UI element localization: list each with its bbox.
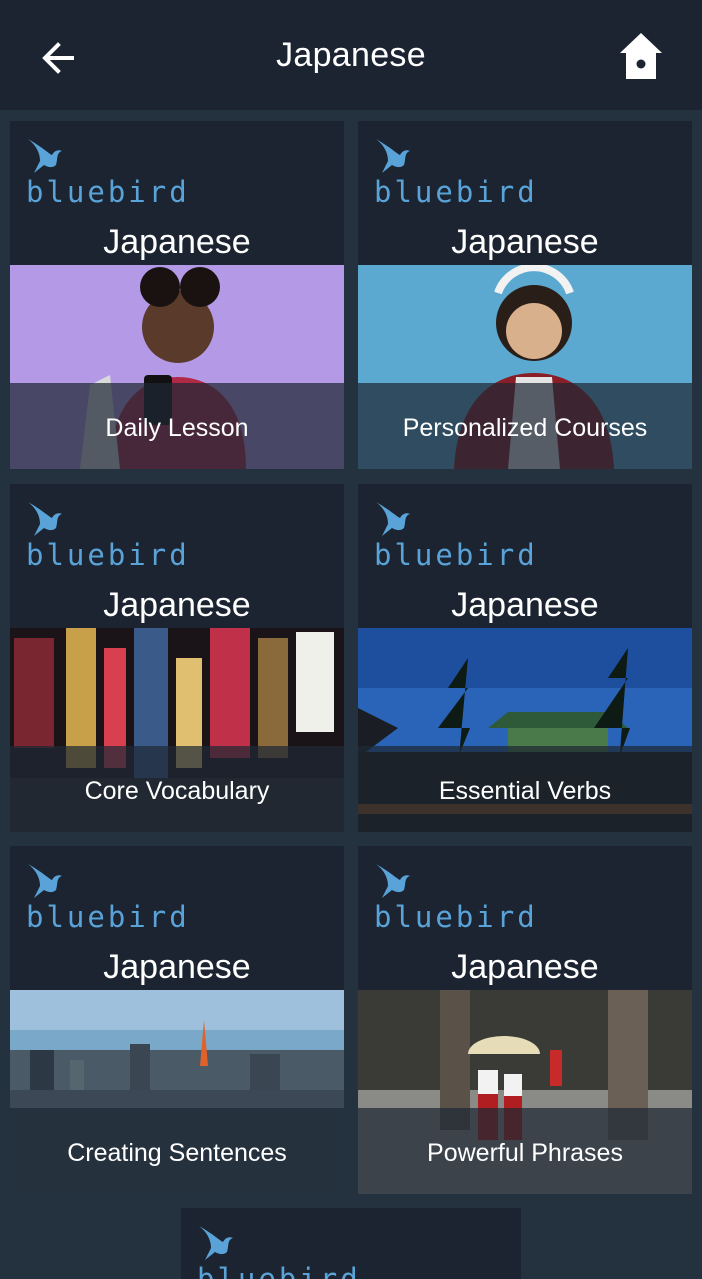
bluebird-bird-icon <box>28 502 62 536</box>
bluebird-logo: bluebird <box>26 498 187 578</box>
card-caption: Daily Lesson <box>105 414 249 442</box>
card-caption: Essential Verbs <box>438 777 612 805</box>
brand-name: bluebird <box>26 900 190 934</box>
bluebird-logo: bluebird <box>26 860 187 940</box>
brand-name: bluebird <box>197 1262 361 1279</box>
bluebird-logo: bluebird <box>374 135 535 215</box>
bluebird-bird-icon <box>28 139 62 173</box>
card-language: Japanese <box>451 948 599 986</box>
course-card-core-vocabulary[interactable]: bluebird Japanese Core Vocabulary <box>10 484 344 832</box>
card-caption: Powerful Phrases <box>427 1139 623 1167</box>
card-language: Japanese <box>103 223 251 261</box>
card-language: Japanese <box>451 586 599 624</box>
course-card-partial[interactable]: bluebird <box>181 1208 521 1279</box>
brand-name: bluebird <box>374 900 538 934</box>
card-caption: Creating Sentences <box>67 1139 287 1167</box>
card-photo: Core Vocabulary <box>10 628 344 832</box>
course-card-personalized-courses[interactable]: bluebird Japanese Personalized Courses <box>358 121 692 469</box>
card-photo: Personalized Courses <box>358 265 692 469</box>
bluebird-logo: bluebird <box>26 135 187 215</box>
course-card-powerful-phrases[interactable]: bluebird Japanese Powerful Phrases <box>358 846 692 1194</box>
brand-name: bluebird <box>374 175 538 209</box>
bluebird-bird-icon <box>199 1226 233 1260</box>
brand-name: bluebird <box>26 175 190 209</box>
bluebird-bird-icon <box>376 139 410 173</box>
bluebird-bird-icon <box>28 864 62 898</box>
bluebird-logo: bluebird <box>374 860 535 940</box>
card-caption: Core Vocabulary <box>84 777 270 805</box>
course-card-essential-verbs[interactable]: bluebird Japanese Essential Verbs <box>358 484 692 832</box>
card-language: Japanese <box>451 223 599 261</box>
brand-name: bluebird <box>26 538 190 572</box>
bluebird-bird-icon <box>376 864 410 898</box>
bluebird-logo: bluebird <box>374 498 535 578</box>
card-language: Japanese <box>103 586 251 624</box>
bluebird-bird-icon <box>376 502 410 536</box>
page-title: Japanese <box>276 36 426 74</box>
bluebird-logo: bluebird <box>197 1222 358 1279</box>
brand-name: bluebird <box>374 538 538 572</box>
home-icon <box>620 33 662 79</box>
top-app-bar: Japanese <box>0 0 702 110</box>
card-photo: Essential Verbs <box>358 628 692 832</box>
course-card-daily-lesson[interactable]: bluebird Japanese Daily Lesson <box>10 121 344 469</box>
card-photo: Creating Sentences <box>10 990 344 1194</box>
card-language: Japanese <box>103 948 251 986</box>
card-photo: Daily Lesson <box>10 265 344 469</box>
card-caption: Personalized Courses <box>402 414 648 442</box>
card-photo: Powerful Phrases <box>358 990 692 1194</box>
home-button[interactable] <box>612 28 670 86</box>
course-card-creating-sentences[interactable]: bluebird Japanese Creating Sentences <box>10 846 344 1194</box>
